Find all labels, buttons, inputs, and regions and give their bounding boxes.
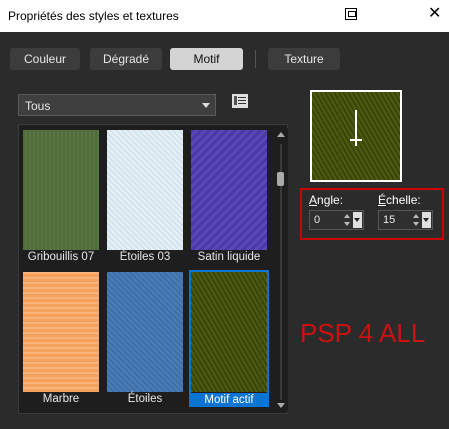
pattern-label: Étoiles 03 (119, 251, 171, 263)
arrow-down-icon (413, 222, 419, 226)
tab-separator (255, 50, 256, 68)
chevron-down-icon (202, 103, 210, 108)
pattern-swatch (23, 130, 99, 250)
pattern-item-marbre[interactable]: Marbre (21, 270, 101, 406)
scale-label: Échelle: (378, 193, 421, 207)
pattern-swatch (191, 130, 267, 250)
pin-icon[interactable] (345, 8, 357, 20)
angle-stepper[interactable] (343, 212, 353, 228)
scale-value: 15 (383, 214, 396, 226)
pattern-item-gribouillis-07[interactable]: Gribouillis 07 (21, 128, 101, 264)
angle-spinner[interactable]: 0 (309, 210, 364, 230)
pattern-swatch (107, 130, 183, 250)
close-icon[interactable]: ✕ (428, 6, 441, 22)
pattern-item-satin-liquide[interactable]: Satin liquide (189, 128, 269, 264)
pattern-label: Marbre (42, 393, 80, 405)
arrow-up-icon (344, 214, 350, 218)
gallery-scrollbar[interactable] (274, 128, 288, 412)
angle-value: 0 (314, 214, 321, 226)
pattern-preview[interactable] (310, 90, 402, 182)
angle-label: Angle: (309, 193, 344, 207)
scale-stepper[interactable] (412, 212, 422, 228)
crosshair-icon[interactable] (350, 134, 362, 146)
arrow-down-icon (344, 222, 350, 226)
scale-dropdown-button[interactable] (422, 212, 431, 228)
scroll-thumb[interactable] (277, 172, 284, 186)
pattern-item-etoiles[interactable]: Étoiles (105, 270, 185, 406)
pattern-gallery: Gribouillis 07 Étoiles 03 Satin liquide … (18, 124, 288, 414)
pattern-label: Gribouillis 07 (27, 251, 95, 263)
scroll-up-icon[interactable] (277, 132, 285, 137)
tab-texture[interactable]: Texture (268, 48, 340, 70)
category-dropdown[interactable]: Tous (18, 94, 216, 116)
watermark-text: PSP 4 ALL (300, 318, 426, 348)
tab-motif[interactable]: Motif (170, 48, 243, 70)
angle-dropdown-button[interactable] (353, 212, 362, 228)
scale-spinner[interactable]: 15 (378, 210, 433, 230)
list-menu-icon[interactable] (232, 94, 248, 108)
window-title: Propriétés des styles et textures (8, 9, 179, 23)
pattern-swatch (23, 272, 99, 392)
category-dropdown-value: Tous (25, 99, 51, 113)
title-bar: Propriétés des styles et textures ✕ (0, 0, 449, 32)
pattern-label: Satin liquide (197, 251, 261, 263)
pattern-item-motif-actif[interactable]: Motif actif (189, 270, 269, 407)
tab-couleur[interactable]: Couleur (10, 48, 80, 70)
selection-frame (189, 270, 269, 406)
arrow-up-icon (413, 214, 419, 218)
pattern-label: Motif actif (189, 393, 269, 407)
pattern-item-etoiles-03[interactable]: Étoiles 03 (105, 128, 185, 264)
scroll-down-icon[interactable] (277, 403, 285, 408)
tab-bar: Couleur Dégradé Motif Texture (0, 32, 449, 82)
pattern-label: Étoiles (127, 393, 163, 405)
tab-degrade[interactable]: Dégradé (90, 48, 162, 70)
pattern-swatch (107, 272, 183, 392)
